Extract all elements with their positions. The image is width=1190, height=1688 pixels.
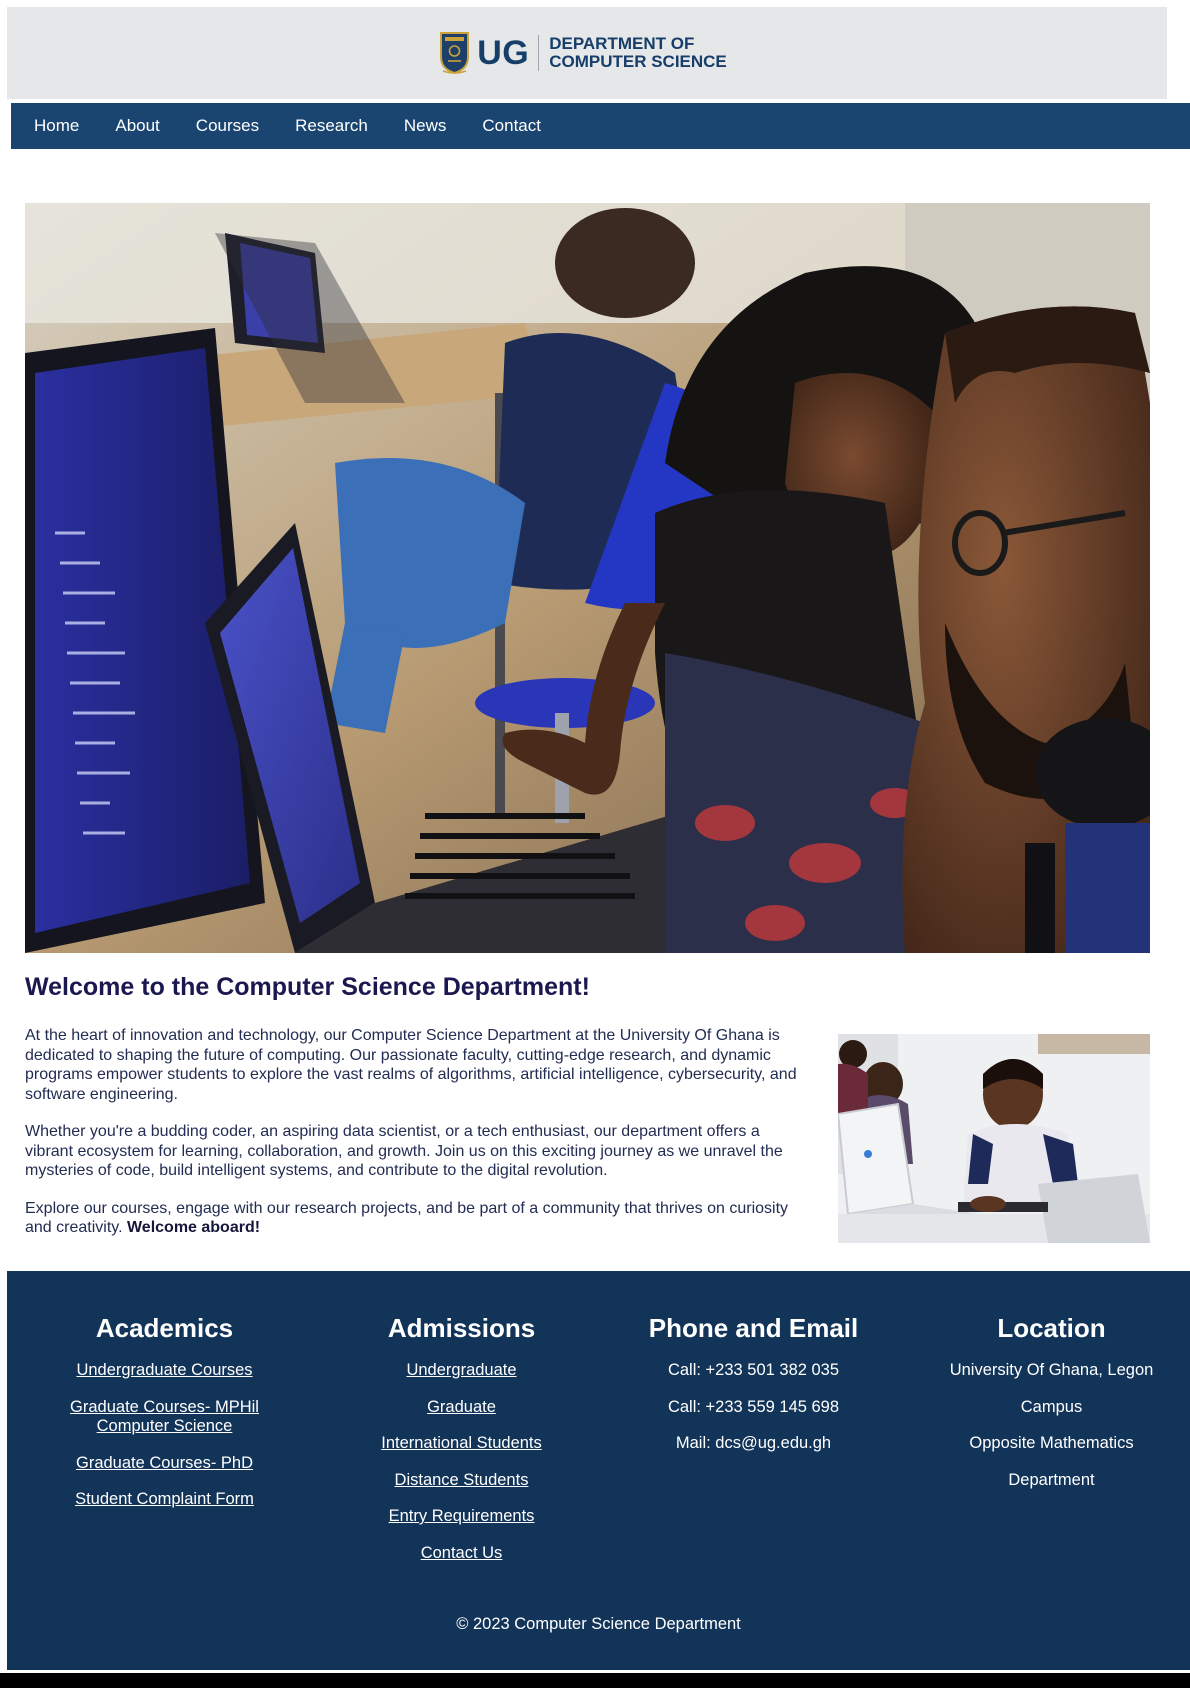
footer-link-undergraduate-courses[interactable]: Undergraduate Courses: [22, 1361, 307, 1381]
nav-news[interactable]: News: [404, 116, 447, 136]
logo-department-name: DEPARTMENT OF COMPUTER SCIENCE: [549, 35, 727, 71]
welcome-paragraph-2: Whether you're a budding coder, an aspir…: [25, 1123, 783, 1179]
nav-home[interactable]: Home: [34, 116, 79, 136]
logo-ug-text: UG: [477, 34, 530, 72]
footer-email: Mail: dcs@ug.edu.gh: [675, 1434, 832, 1452]
nav-contact[interactable]: Contact: [482, 116, 541, 136]
logo-divider: [538, 35, 540, 71]
footer-academics: Academics Undergraduate Courses Graduate…: [22, 1313, 307, 1527]
footer-location: Location University Of Ghana, Legon Camp…: [909, 1313, 1190, 1507]
logo-dept-line1: DEPARTMENT OF: [549, 34, 695, 53]
footer-link-international-students[interactable]: International Students: [319, 1434, 604, 1454]
welcome-paragraph-3: Explore our courses, engage with our res…: [25, 1199, 805, 1238]
footer-link-distance-students[interactable]: Distance Students: [319, 1471, 604, 1491]
footer-link-graduate-courses-mphil[interactable]: Graduate Courses- MPHil Computer Science: [60, 1398, 270, 1437]
ug-logo[interactable]: UG DEPARTMENT OF COMPUTER SCIENCE: [439, 31, 727, 75]
footer-admissions-title: Admissions: [387, 1313, 536, 1343]
footer-copyright: © 2023 Computer Science Department: [456, 1615, 741, 1633]
students-photo: [838, 1034, 1150, 1243]
welcome-paragraph-1: At the heart of innovation and technolog…: [25, 1027, 797, 1103]
footer-link-graduate[interactable]: Graduate: [319, 1398, 604, 1418]
footer-link-contact-us[interactable]: Contact Us: [319, 1544, 604, 1564]
footer-link-entry-requirements[interactable]: Entry Requirements: [319, 1507, 604, 1527]
footer-location-title: Location: [997, 1313, 1106, 1343]
welcome-aboard-text: Welcome aboard!: [126, 1219, 261, 1236]
nav-about[interactable]: About: [115, 116, 159, 136]
footer-location-line-4: Department: [1008, 1470, 1095, 1489]
footer-location-line-3: Opposite Mathematics: [969, 1434, 1134, 1452]
footer-columns: Academics Undergraduate Courses Graduate…: [7, 1271, 1190, 1591]
welcome-text: At the heart of innovation and technolog…: [25, 1026, 805, 1256]
footer-admissions: Admissions Undergraduate Graduate Intern…: [319, 1313, 604, 1580]
hero-image: [25, 203, 1150, 953]
welcome-title: Welcome to the Computer Science Departme…: [25, 973, 590, 1001]
footer-link-graduate-courses-phd[interactable]: Graduate Courses- PhD: [22, 1454, 307, 1474]
nav-research[interactable]: Research: [295, 116, 368, 136]
ug-crest-icon: [440, 32, 470, 75]
logo-dept-line2: COMPUTER SCIENCE: [549, 52, 727, 71]
footer-academics-title: Academics: [95, 1313, 234, 1343]
footer-phone-2: Call: +233 559 145 698: [667, 1397, 840, 1416]
footer-phone-email-title: Phone and Email: [648, 1313, 859, 1343]
footer-location-line-2: Campus: [1020, 1397, 1083, 1416]
footer-link-student-complaint-form[interactable]: Student Complaint Form: [22, 1490, 307, 1510]
bottom-edge-bar: [0, 1673, 1190, 1688]
main-nav: Home About Courses Research News Contact: [11, 103, 1190, 149]
footer-phone-email: Phone and Email Call: +233 501 382 035 C…: [611, 1313, 896, 1471]
footer-link-undergraduate[interactable]: Undergraduate: [319, 1361, 604, 1381]
site-header: UG DEPARTMENT OF COMPUTER SCIENCE: [7, 7, 1167, 99]
footer-location-line-1: University Of Ghana, Legon: [949, 1361, 1154, 1379]
site-footer: Academics Undergraduate Courses Graduate…: [7, 1271, 1190, 1670]
nav-courses[interactable]: Courses: [196, 116, 259, 136]
footer-phone-1: Call: +233 501 382 035: [667, 1361, 840, 1379]
